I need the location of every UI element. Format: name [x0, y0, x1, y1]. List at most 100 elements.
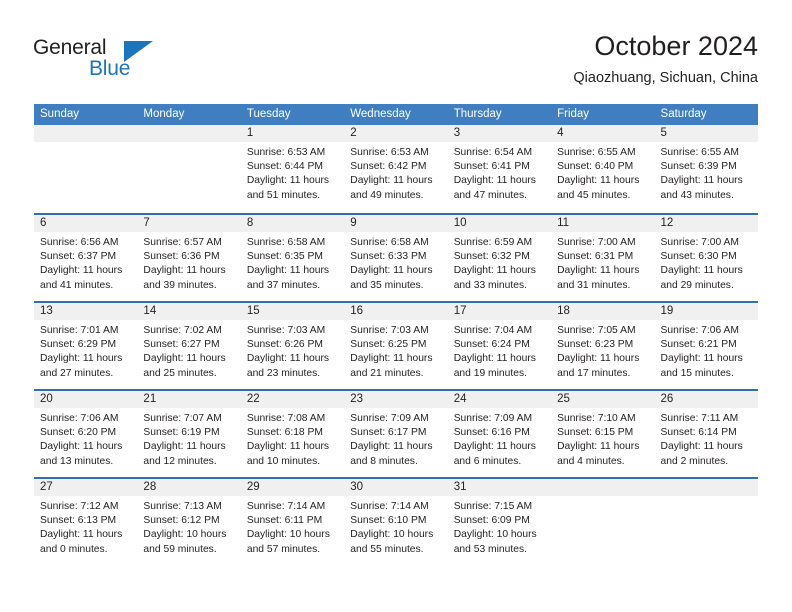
sunset-text: Sunset: 6:11 PM: [246, 515, 323, 527]
daylight-text: and 33 minutes.: [453, 279, 527, 291]
daylight-text: Daylight: 10 hours: [246, 529, 330, 541]
calendar-day-cell-12[interactable]: 12 Sunrise: 7:00 AM Sunset: 6:30 PM Dayligh…: [654, 215, 758, 301]
day-number-band: 6: [34, 215, 138, 232]
calendar-day-cell-17[interactable]: 17 Sunrise: 7:04 AM Sunset: 6:24 PM Dayligh…: [447, 303, 552, 389]
calendar-page: General Blue October 2024 Qiaozhuang, Si…: [0, 0, 792, 612]
calendar-day-cell-empty: [137, 125, 241, 213]
day-number: 3: [453, 127, 461, 139]
sunrise-text: Sunrise: 6:57 AM: [143, 237, 222, 248]
day-number: 9: [350, 217, 357, 229]
daylight-text: and 12 minutes.: [143, 455, 217, 467]
calendar-day-cell-6[interactable]: 6 Sunrise: 6:56 AM Sunset: 6:37 PM Daylight…: [34, 215, 138, 301]
sunset-text: Sunset: 6:18 PM: [246, 427, 323, 439]
calendar-day-cell-22[interactable]: 22 Sunrise: 7:08 AM Sunset: 6:18 PM Dayligh…: [240, 391, 345, 477]
daylight-text: Daylight: 11 hours: [246, 175, 330, 187]
calendar-day-cell-28[interactable]: 28 Sunrise: 7:13 AM Sunset: 6:12 PM Dayligh…: [137, 479, 241, 565]
calendar-day-cell-2[interactable]: 2 Sunrise: 6:53 AM Sunset: 6:42 PM Daylight…: [344, 125, 448, 213]
daylight-text: Daylight: 11 hours: [660, 441, 743, 453]
day-number-band: 19: [654, 303, 758, 320]
calendar-week-row: 27 Sunrise: 7:12 AM Sunset: 6:13 PM Dayligh…: [34, 477, 758, 565]
calendar-week-row: 20 Sunrise: 7:06 AM Sunset: 6:20 PM Dayligh…: [34, 389, 758, 477]
daylight-text: and 19 minutes.: [453, 367, 527, 379]
day-number-band: 13: [34, 303, 138, 320]
daylight-text: Daylight: 11 hours: [453, 175, 536, 187]
daylight-text: Daylight: 11 hours: [40, 353, 123, 365]
day-number-band: 3: [447, 125, 552, 142]
calendar-day-cell-8[interactable]: 8 Sunrise: 6:58 AM Sunset: 6:35 PM Daylight…: [240, 215, 345, 301]
day-number: 4: [557, 127, 564, 139]
daylight-text: Daylight: 11 hours: [660, 265, 743, 277]
calendar-day-cell-16[interactable]: 16 Sunrise: 7:03 AM Sunset: 6:25 PM Dayligh…: [344, 303, 448, 389]
day-of-week-monday: Monday: [143, 108, 185, 120]
daylight-text: and 27 minutes.: [40, 367, 114, 379]
daylight-text: Daylight: 11 hours: [453, 441, 536, 453]
day-of-week-wednesday: Wednesday: [350, 108, 411, 120]
day-detail: Sunrise: 7:08 AM Sunset: 6:18 PM Daylight:…: [241, 408, 344, 469]
day-number-band: [137, 125, 241, 142]
day-detail: Sunrise: 7:02 AM Sunset: 6:27 PM Daylight:…: [137, 320, 240, 381]
day-number: 21: [143, 393, 157, 405]
calendar-day-cell-9[interactable]: 9 Sunrise: 6:58 AM Sunset: 6:33 PM Daylight…: [344, 215, 448, 301]
day-detail: Sunrise: 7:15 AM Sunset: 6:09 PM Daylight:…: [448, 496, 551, 557]
day-number: 12: [660, 217, 674, 229]
day-of-week-saturday: Saturday: [660, 108, 707, 120]
sunrise-text: Sunrise: 6:55 AM: [660, 147, 739, 158]
day-number: 19: [660, 305, 674, 317]
daylight-text: and 29 minutes.: [660, 279, 734, 291]
calendar-day-cell-27[interactable]: 27 Sunrise: 7:12 AM Sunset: 6:13 PM Dayligh…: [34, 479, 138, 565]
calendar-day-cell-25[interactable]: 25 Sunrise: 7:10 AM Sunset: 6:15 PM Dayligh…: [551, 391, 655, 477]
day-number: 11: [557, 217, 570, 229]
sunrise-text: Sunrise: 7:04 AM: [453, 325, 533, 336]
generalblue-logo[interactable]: General Blue: [33, 36, 213, 84]
calendar-day-cell-5[interactable]: 5 Sunrise: 6:55 AM Sunset: 6:39 PM Daylight…: [654, 125, 758, 213]
page-subtitle: Qiaozhuang, Sichuan, China: [573, 70, 758, 86]
sunrise-text: Sunrise: 7:00 AM: [660, 237, 739, 248]
sunrise-text: Sunrise: 7:09 AM: [350, 413, 429, 424]
calendar-day-cell-1[interactable]: 1 Sunrise: 6:53 AM Sunset: 6:44 PM Daylight…: [240, 125, 345, 213]
day-number: 26: [660, 393, 674, 405]
day-number: 17: [453, 305, 467, 317]
day-detail: Sunrise: 7:06 AM Sunset: 6:21 PM Daylight:…: [655, 320, 758, 381]
calendar-day-cell-30[interactable]: 30 Sunrise: 7:14 AM Sunset: 6:10 PM Dayligh…: [344, 479, 448, 565]
calendar-day-cell-24[interactable]: 24 Sunrise: 7:09 AM Sunset: 6:16 PM Dayligh…: [447, 391, 552, 477]
day-number-band: 26: [654, 391, 758, 408]
sunrise-text: Sunrise: 6:55 AM: [557, 147, 636, 158]
sunset-text: Sunset: 6:39 PM: [660, 161, 737, 173]
daylight-text: Daylight: 11 hours: [143, 441, 226, 453]
day-number: 8: [246, 217, 254, 229]
calendar-day-cell-10[interactable]: 10 Sunrise: 6:59 AM Sunset: 6:32 PM Dayligh…: [447, 215, 552, 301]
calendar-day-cell-3[interactable]: 3 Sunrise: 6:54 AM Sunset: 6:41 PM Daylight…: [447, 125, 552, 213]
sunset-text: Sunset: 6:13 PM: [40, 515, 117, 527]
sunrise-text: Sunrise: 6:56 AM: [40, 237, 119, 248]
calendar-day-cell-26[interactable]: 26 Sunrise: 7:11 AM Sunset: 6:14 PM Dayligh…: [654, 391, 758, 477]
calendar-day-cell-15[interactable]: 15 Sunrise: 7:03 AM Sunset: 6:26 PM Dayligh…: [240, 303, 345, 389]
day-number-band: 29: [240, 479, 345, 496]
calendar-day-cell-21[interactable]: 21 Sunrise: 7:07 AM Sunset: 6:19 PM Dayligh…: [137, 391, 241, 477]
calendar-day-cell-18[interactable]: 18 Sunrise: 7:05 AM Sunset: 6:23 PM Dayligh…: [551, 303, 655, 389]
daylight-text: Daylight: 11 hours: [660, 353, 743, 365]
sunrise-text: Sunrise: 7:06 AM: [660, 325, 739, 336]
sunrise-text: Sunrise: 6:53 AM: [350, 147, 429, 158]
calendar-week-inner: 27 Sunrise: 7:12 AM Sunset: 6:13 PM Dayligh…: [34, 479, 758, 565]
calendar-day-cell-19[interactable]: 19 Sunrise: 7:06 AM Sunset: 6:21 PM Dayligh…: [654, 303, 758, 389]
sunrise-text: Sunrise: 7:11 AM: [660, 413, 739, 424]
calendar-day-cell-23[interactable]: 23 Sunrise: 7:09 AM Sunset: 6:17 PM Dayligh…: [344, 391, 448, 477]
page-title: October 2024: [594, 31, 758, 61]
calendar-day-cell-31[interactable]: 31 Sunrise: 7:15 AM Sunset: 6:09 PM Dayligh…: [447, 479, 552, 565]
calendar-day-cell-4[interactable]: 4 Sunrise: 6:55 AM Sunset: 6:40 PM Daylight…: [551, 125, 655, 213]
daylight-text: and 10 minutes.: [246, 455, 321, 467]
day-of-week-friday: Friday: [557, 108, 590, 120]
calendar-day-cell-empty: [34, 125, 138, 213]
daylight-text: and 13 minutes.: [40, 455, 114, 467]
day-number: 29: [246, 481, 260, 493]
daylight-text: and 41 minutes.: [40, 279, 114, 291]
daylight-text: and 49 minutes.: [350, 189, 424, 201]
calendar-day-cell-7[interactable]: 7 Sunrise: 6:57 AM Sunset: 6:36 PM Daylight…: [137, 215, 241, 301]
calendar-day-cell-20[interactable]: 20 Sunrise: 7:06 AM Sunset: 6:20 PM Dayligh…: [34, 391, 138, 477]
calendar-day-cell-29[interactable]: 29 Sunrise: 7:14 AM Sunset: 6:11 PM Dayligh…: [240, 479, 345, 565]
day-detail: Sunrise: 6:54 AM Sunset: 6:41 PM Daylight:…: [448, 142, 551, 203]
calendar-day-cell-11[interactable]: 11 Sunrise: 7:00 AM Sunset: 6:31 PM Dayligh…: [551, 215, 655, 301]
calendar-day-cell-13[interactable]: 13 Sunrise: 7:01 AM Sunset: 6:29 PM Dayligh…: [34, 303, 138, 389]
calendar-day-cell-14[interactable]: 14 Sunrise: 7:02 AM Sunset: 6:27 PM Dayligh…: [137, 303, 241, 389]
day-number-band: 14: [137, 303, 241, 320]
